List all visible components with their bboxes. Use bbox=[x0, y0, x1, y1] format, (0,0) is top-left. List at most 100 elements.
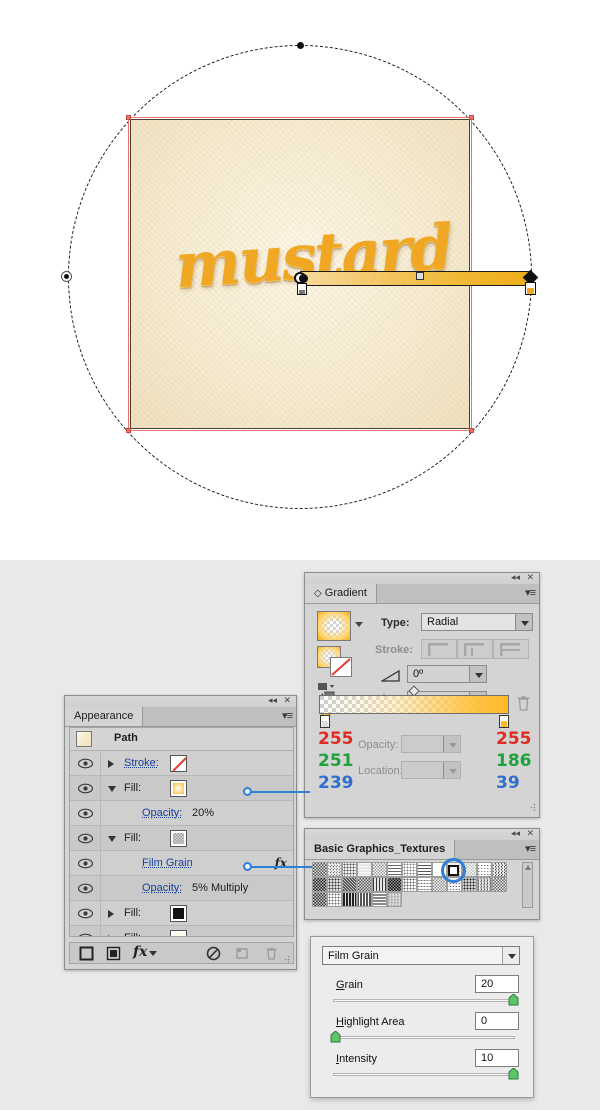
texture-swatch[interactable] bbox=[327, 877, 342, 892]
texture-swatch[interactable] bbox=[312, 892, 327, 907]
artboard-corner-handle[interactable] bbox=[469, 115, 474, 120]
visibility-eye-icon[interactable] bbox=[78, 883, 93, 894]
highlight-area-slider-track[interactable] bbox=[333, 1036, 515, 1039]
visibility-eye-icon[interactable] bbox=[78, 908, 93, 919]
grain-slider-track[interactable] bbox=[333, 999, 515, 1002]
texture-swatch[interactable] bbox=[312, 862, 327, 877]
gradient-stop-right[interactable] bbox=[499, 715, 509, 728]
texture-swatch[interactable] bbox=[372, 862, 387, 877]
collapse-icon[interactable]: ◂◂ bbox=[511, 829, 520, 840]
opacity-label[interactable]: Opacity: bbox=[142, 882, 182, 894]
appearance-row-film-grain[interactable]: Film Grain fx bbox=[70, 851, 293, 876]
illustrator-canvas[interactable]: mustard bbox=[0, 0, 600, 560]
delete-gradient-stop-icon[interactable] bbox=[516, 695, 531, 715]
gradient-angle-input[interactable]: 0º bbox=[407, 665, 487, 683]
texture-swatch[interactable] bbox=[387, 892, 402, 907]
fill-label[interactable]: Fill: bbox=[124, 832, 141, 844]
texture-swatch[interactable] bbox=[357, 892, 372, 907]
visibility-eye-icon[interactable] bbox=[78, 858, 93, 869]
gradient-slider-strip[interactable] bbox=[319, 695, 509, 714]
tab-gradient[interactable]: ◇ Gradient bbox=[305, 584, 377, 603]
mustard-lettering-artwork[interactable]: mustard bbox=[172, 203, 454, 311]
film-grain-effect-label[interactable]: Film Grain bbox=[142, 857, 193, 869]
texture-swatch[interactable] bbox=[387, 877, 402, 892]
collapse-icon[interactable]: ◂◂ bbox=[511, 573, 520, 584]
close-icon[interactable]: ✕ bbox=[526, 573, 534, 584]
intensity-input[interactable]: 10 bbox=[475, 1049, 519, 1067]
chevron-down-icon[interactable] bbox=[443, 762, 460, 778]
collapse-icon[interactable]: ◂◂ bbox=[268, 696, 277, 707]
texture-swatch[interactable] bbox=[372, 892, 387, 907]
fill-gradient-swatch[interactable] bbox=[170, 780, 187, 797]
artboard-corner-handle[interactable] bbox=[469, 428, 474, 433]
appearance-row-fill-cream[interactable]: Fill: bbox=[70, 926, 293, 936]
collapse-arrow-icon[interactable] bbox=[108, 836, 116, 842]
appearance-row-opacity-20[interactable]: Opacity: 20% bbox=[70, 801, 293, 826]
visibility-eye-icon[interactable] bbox=[78, 833, 93, 844]
chevron-down-icon[interactable] bbox=[469, 666, 486, 682]
gradient-end-stop-handle[interactable] bbox=[525, 282, 536, 295]
gradient-opacity-input[interactable] bbox=[401, 735, 461, 753]
gradient-midpoint-handle[interactable] bbox=[416, 272, 424, 280]
clear-appearance-icon[interactable] bbox=[206, 946, 221, 964]
expand-arrow-icon[interactable] bbox=[108, 935, 114, 936]
artboard-corner-handle[interactable] bbox=[126, 115, 131, 120]
fill-label[interactable]: Fill: bbox=[124, 907, 141, 919]
visibility-eye-icon[interactable] bbox=[78, 808, 93, 819]
panel-menu-icon[interactable]: ▾≡ bbox=[525, 842, 536, 857]
texture-swatch[interactable] bbox=[417, 877, 432, 892]
opacity-label[interactable]: Opacity: bbox=[142, 807, 182, 819]
close-icon[interactable]: ✕ bbox=[526, 829, 534, 840]
stroke-label[interactable]: Stroke: bbox=[124, 757, 159, 769]
expand-arrow-icon[interactable] bbox=[108, 760, 114, 768]
gradient-start-stop-handle[interactable] bbox=[297, 283, 307, 295]
texture-swatch[interactable] bbox=[357, 862, 372, 877]
stroke-along-button[interactable] bbox=[457, 639, 493, 659]
stroke-across-button[interactable] bbox=[493, 639, 529, 659]
texture-swatch[interactable] bbox=[372, 877, 387, 892]
highlight-area-slider-thumb[interactable] bbox=[330, 1031, 341, 1043]
texture-swatch[interactable] bbox=[342, 862, 357, 877]
texture-swatch[interactable] bbox=[477, 877, 492, 892]
appearance-row-fill-black[interactable]: Fill: bbox=[70, 901, 293, 926]
intensity-slider-thumb[interactable] bbox=[508, 1068, 519, 1080]
gradient-circle-top-handle[interactable] bbox=[297, 42, 304, 49]
intensity-slider-track[interactable] bbox=[333, 1073, 515, 1076]
texture-swatch[interactable] bbox=[327, 862, 342, 877]
panel-menu-icon[interactable]: ▾≡ bbox=[282, 709, 293, 724]
resize-grip-icon[interactable] bbox=[282, 954, 290, 966]
texture-swatch[interactable] bbox=[462, 877, 477, 892]
collapse-arrow-icon[interactable] bbox=[108, 786, 116, 792]
texture-swatch[interactable] bbox=[342, 877, 357, 892]
gradient-presets-chevron-down-icon[interactable] bbox=[355, 622, 363, 627]
tab-appearance[interactable]: Appearance bbox=[65, 707, 144, 726]
gradient-type-select[interactable]: Radial bbox=[421, 613, 533, 631]
appearance-row-fill-gradient[interactable]: Fill: bbox=[70, 776, 293, 801]
appearance-row-fill-texture[interactable]: Fill: bbox=[70, 826, 293, 851]
texture-swatch[interactable] bbox=[312, 877, 327, 892]
gradient-stop-left[interactable] bbox=[320, 715, 330, 728]
stroke-swatch-none[interactable] bbox=[170, 755, 187, 772]
fill-black-swatch[interactable] bbox=[170, 905, 187, 922]
resize-grip-icon[interactable] bbox=[528, 802, 536, 814]
fill-label[interactable]: Fill: bbox=[124, 932, 141, 936]
panel-menu-icon[interactable]: ▾≡ bbox=[525, 586, 536, 601]
appearance-row-stroke[interactable]: Stroke: bbox=[70, 751, 293, 776]
highlight-area-input[interactable]: 0 bbox=[475, 1012, 519, 1030]
visibility-eye-icon[interactable] bbox=[78, 783, 93, 794]
texture-swatch[interactable] bbox=[387, 862, 402, 877]
close-icon[interactable]: ✕ bbox=[283, 696, 291, 707]
duplicate-item-icon[interactable] bbox=[235, 946, 250, 964]
gradient-stroke-proxy[interactable] bbox=[330, 657, 352, 677]
gradient-circle-left-handle[interactable] bbox=[64, 274, 69, 279]
chevron-down-icon[interactable] bbox=[502, 947, 519, 964]
texture-swatch[interactable] bbox=[327, 892, 342, 907]
add-new-effect-icon[interactable]: fx bbox=[133, 944, 147, 960]
chevron-down-icon[interactable] bbox=[515, 614, 532, 630]
grain-input[interactable]: 20 bbox=[475, 975, 519, 993]
texture-swatch[interactable] bbox=[402, 862, 417, 877]
textures-scrollbar[interactable] bbox=[522, 862, 533, 908]
texture-swatch[interactable] bbox=[417, 862, 432, 877]
texture-swatch-grid[interactable] bbox=[312, 862, 513, 908]
texture-swatch[interactable] bbox=[402, 877, 417, 892]
